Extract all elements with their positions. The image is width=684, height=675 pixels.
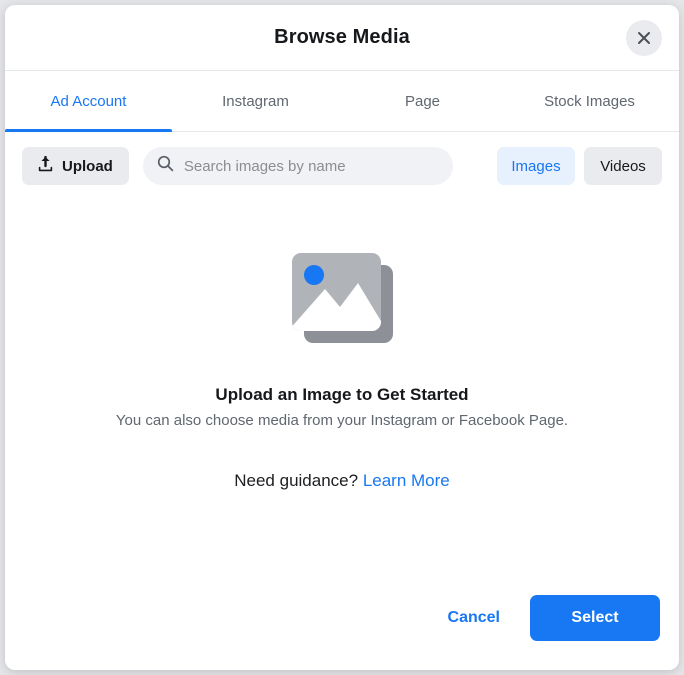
media-type-label: Images: [511, 157, 561, 175]
search-input[interactable]: [183, 157, 439, 175]
browse-media-dialog: Browse Media Ad Account Instagram Page S…: [5, 5, 679, 670]
select-button-label: Select: [571, 609, 619, 626]
media-type-toggle: Images Videos: [497, 147, 662, 185]
tab-page[interactable]: Page: [339, 71, 506, 131]
dialog-footer: Cancel Select: [5, 595, 679, 670]
empty-state: Upload an Image to Get Started You can a…: [5, 200, 679, 595]
upload-button-label: Upload: [62, 157, 113, 175]
upload-button[interactable]: Upload: [22, 147, 129, 185]
learn-more-link[interactable]: Learn More: [363, 471, 450, 490]
search-field[interactable]: [142, 147, 453, 185]
cancel-button-label: Cancel: [447, 609, 500, 626]
image-placeholder-icon: [291, 253, 393, 343]
tab-bar: Ad Account Instagram Page Stock Images: [5, 71, 679, 132]
media-toolbar: Upload Images Videos: [5, 132, 679, 200]
tab-label: Stock Images: [544, 92, 635, 110]
illustration-sun: [303, 265, 324, 285]
close-icon: [635, 29, 653, 47]
tab-stock-images[interactable]: Stock Images: [506, 71, 673, 131]
search-icon: [157, 155, 174, 177]
guidance-row: Need guidance? Learn More: [234, 471, 450, 491]
dialog-title: Browse Media: [274, 26, 410, 48]
select-button[interactable]: Select: [530, 595, 660, 641]
media-type-images-button[interactable]: Images: [497, 147, 575, 185]
upload-icon: [38, 155, 53, 176]
tab-instagram[interactable]: Instagram: [172, 71, 339, 131]
tab-ad-account[interactable]: Ad Account: [5, 71, 172, 132]
dialog-header: Browse Media: [5, 5, 679, 71]
media-type-label: Videos: [600, 157, 646, 175]
image-placeholder-front-card: [291, 253, 381, 331]
empty-state-subtitle: You can also choose media from your Inst…: [115, 412, 569, 429]
tab-label: Instagram: [222, 92, 289, 110]
tab-label: Page: [404, 92, 441, 110]
illustration-mountains: [291, 283, 381, 331]
guidance-text: Need guidance?: [234, 471, 359, 490]
cancel-button[interactable]: Cancel: [434, 599, 514, 637]
close-button[interactable]: [626, 19, 662, 56]
tab-label: Ad Account: [50, 92, 127, 110]
empty-state-title: Upload an Image to Get Started: [215, 385, 469, 404]
media-type-videos-button[interactable]: Videos: [584, 147, 662, 185]
